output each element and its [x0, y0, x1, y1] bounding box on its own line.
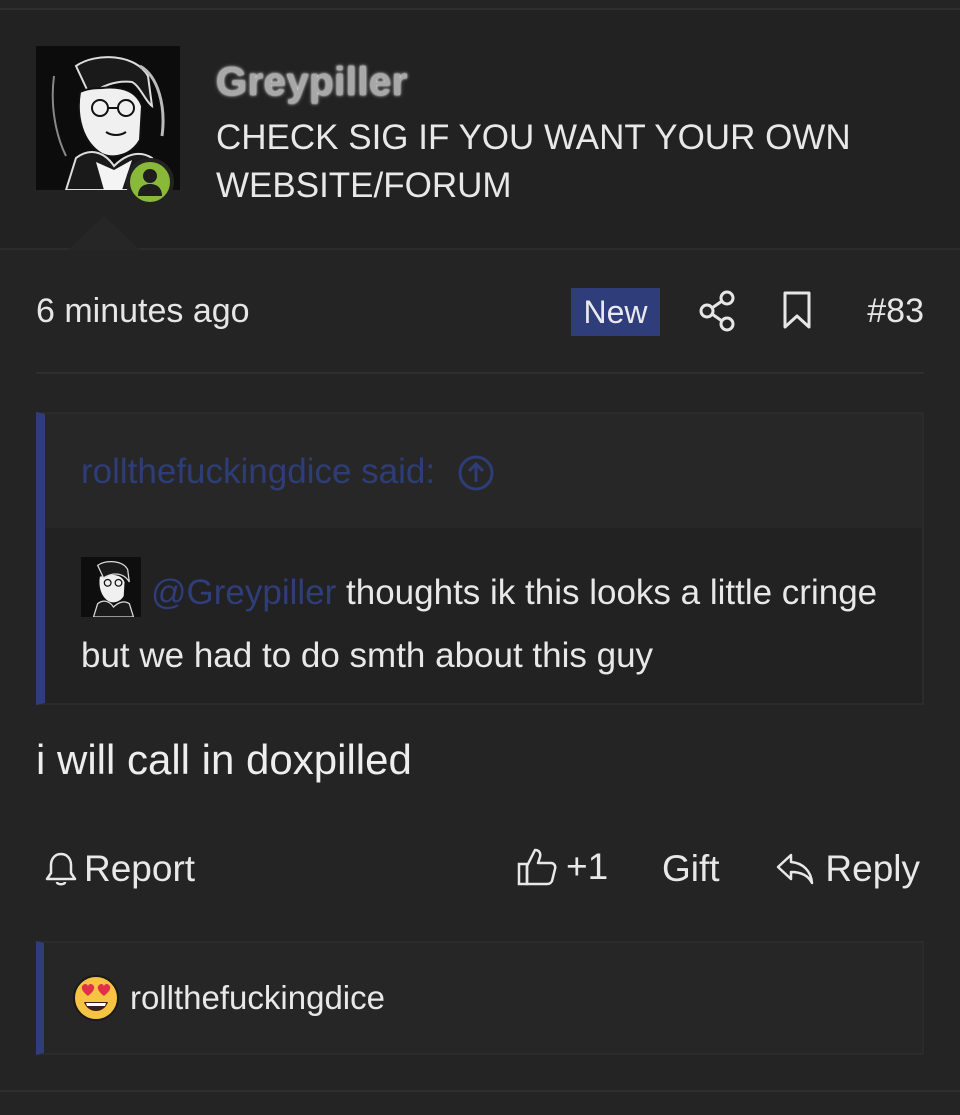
reaction-user-link[interactable]: rollthefuckingdice [130, 979, 385, 1017]
reply-button[interactable]: Reply [775, 848, 920, 890]
post-number-link[interactable]: #83 [867, 292, 924, 331]
thumbs-up-icon [517, 848, 557, 886]
user-online-icon [138, 169, 162, 196]
author-username[interactable]: Greypiller [216, 60, 408, 105]
like-count: +1 [566, 846, 609, 887]
portrait-icon [81, 556, 141, 617]
quote-content: @Greypiller thoughts ik this looks a lit… [45, 528, 922, 703]
quote-header[interactable]: rollthefuckingdice said: [45, 414, 922, 528]
post-timestamp[interactable]: 6 minutes ago [36, 292, 250, 331]
post-actions-bar: Report +1 Gift Reply [36, 840, 924, 900]
online-status-badge [126, 158, 174, 206]
share-icon[interactable] [698, 290, 736, 332]
bell-icon [45, 852, 77, 886]
reply-arrow-icon [777, 853, 814, 885]
report-label: Report [84, 848, 196, 889]
bottom-divider [0, 1090, 960, 1092]
bookmark-icon[interactable] [782, 290, 812, 330]
quote-attribution[interactable]: rollthefuckingdice said: [81, 452, 435, 492]
new-post-badge: New [571, 288, 660, 336]
arrow-up-circle-icon[interactable] [457, 454, 495, 492]
like-button[interactable]: +1 [516, 846, 608, 888]
heart-eyes-icon [73, 975, 119, 1021]
gift-button[interactable]: Gift [662, 848, 720, 890]
user-mention-link[interactable]: @Greypiller [151, 573, 336, 612]
mention-avatar[interactable] [81, 556, 141, 617]
report-button[interactable]: Report [44, 848, 195, 890]
reactions-bar[interactable]: rollthefuckingdice [36, 941, 924, 1055]
message-pointer-arrow [68, 216, 140, 250]
post-message-body: i will call in doxpilled [36, 736, 412, 783]
author-user-title: CHECK SIG IF YOU WANT YOUR OWN WEBSITE/F… [216, 118, 851, 205]
quoted-message: rollthefuckingdice said: @Greypiller tho… [36, 412, 924, 705]
meta-divider [36, 372, 924, 374]
post-author-block: Greypiller CHECK SIG IF YOU WANT YOUR OW… [0, 10, 960, 250]
post-meta-bar: 6 minutes ago New #83 [36, 272, 924, 352]
reply-label: Reply [825, 848, 920, 889]
